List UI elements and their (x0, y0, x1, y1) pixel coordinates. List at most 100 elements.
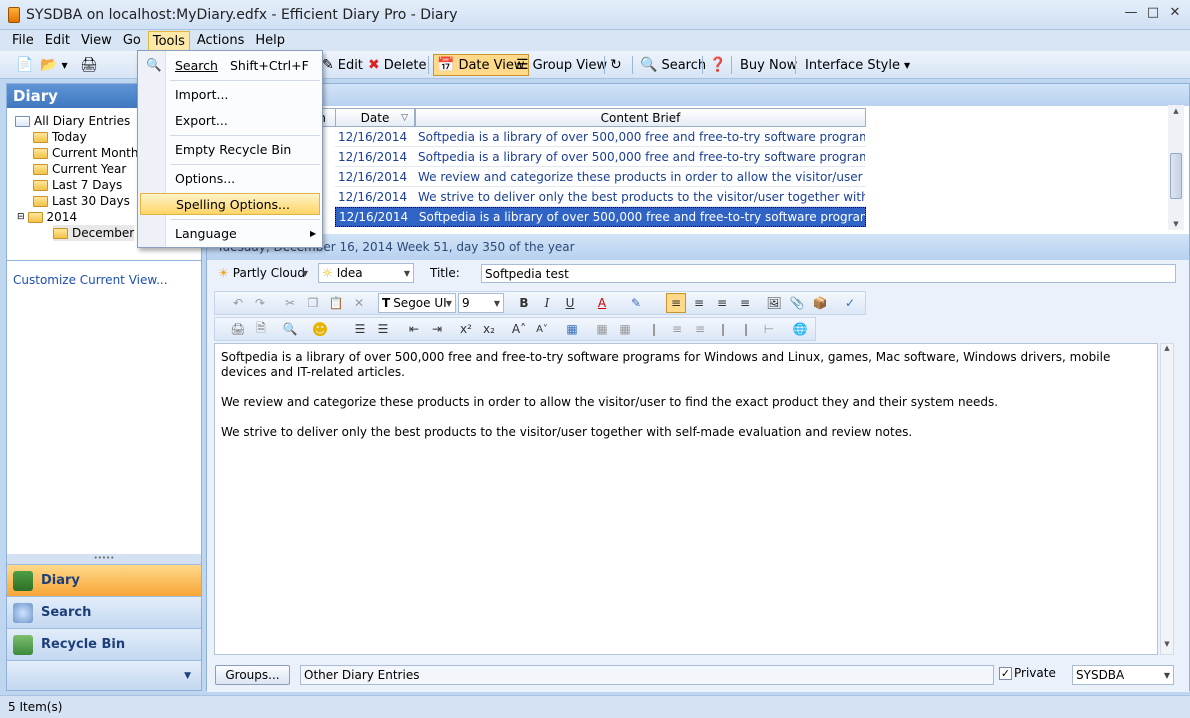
table-row[interactable]: 12/16/2014 We review and categorize these… (335, 167, 866, 187)
font-size-select[interactable]: 9 ▼ (458, 293, 504, 313)
refresh-icon[interactable]: ↻ (610, 54, 626, 76)
editor-scrollbar[interactable]: ▲ ▼ (1160, 343, 1174, 655)
menu-view[interactable]: View (77, 31, 116, 51)
menu-item-options[interactable]: Options... (140, 167, 320, 189)
table-row[interactable]: 12/16/2014 Softpedia is a library of over… (335, 147, 866, 167)
tree-item-today[interactable]: Today (33, 129, 87, 145)
highlight-icon[interactable]: ✎ (626, 293, 646, 313)
insert-object-icon[interactable]: 📦 (810, 293, 830, 313)
weather-select[interactable]: ☀ Partly Cloud ▼ (214, 263, 312, 283)
close-button[interactable]: ✕ (1162, 2, 1188, 24)
emoticon-icon[interactable]: ☻ (310, 319, 330, 339)
italic-icon[interactable]: I (537, 293, 557, 313)
menu-item-empty-recycle-bin[interactable]: Empty Recycle Bin (140, 138, 320, 160)
menu-tools[interactable]: Tools (147, 30, 190, 51)
table-row[interactable]: 12/16/2014 Softpedia is a library of over… (335, 127, 866, 147)
help-icon[interactable]: ❓ (709, 54, 730, 76)
tree-item-all-entries[interactable]: All Diary Entries (15, 113, 130, 129)
menu-item-language[interactable]: Language ▶ (140, 222, 320, 244)
splitter-handle[interactable]: ••••• (7, 554, 201, 564)
copy-icon[interactable]: ❐ (303, 293, 323, 313)
nav-search[interactable]: Search (7, 596, 201, 628)
bullet-list-icon[interactable]: ☰ (373, 319, 393, 339)
interface-style-button[interactable]: Interface Style ▼ (805, 54, 910, 76)
insert-row-below-icon[interactable]: ≡ (690, 319, 710, 339)
tree-item-2014[interactable]: ⊟ 2014 (17, 209, 77, 225)
hyperlink-icon[interactable]: 🌐 (790, 319, 810, 339)
cut-icon[interactable]: ✂ (280, 293, 300, 313)
menu-help[interactable]: Help (251, 31, 289, 51)
subscript-icon[interactable]: x₂ (479, 319, 499, 339)
insert-col-left-icon[interactable]: ❙ (713, 319, 733, 339)
private-checkbox[interactable]: ✓ (999, 667, 1012, 680)
nav-recycle-bin[interactable]: Recycle Bin (7, 628, 201, 660)
grow-font-icon[interactable]: A˄ (509, 319, 529, 339)
decrease-indent-icon[interactable]: ⇤ (404, 319, 424, 339)
superscript-icon[interactable]: x² (456, 319, 476, 339)
col-header-content[interactable]: Content Brief (415, 108, 866, 127)
menu-edit[interactable]: Edit (41, 31, 74, 51)
edit-button[interactable]: ✎ Edit (322, 54, 363, 76)
font-family-select[interactable]: T Segoe UI ▼ (378, 293, 456, 313)
tree-item-current-month[interactable]: Current Month (33, 145, 139, 161)
date-view-button[interactable]: 📅 Date View (433, 54, 529, 76)
delete-table-icon[interactable]: ⊢ (759, 319, 779, 339)
menu-go[interactable]: Go (119, 31, 145, 51)
align-center-icon[interactable]: ≡ (689, 293, 709, 313)
table-row-selected[interactable]: 12/16/2014 Softpedia is a library of over… (335, 207, 866, 227)
attach-icon[interactable]: 📎 (787, 293, 807, 313)
find-icon[interactable]: 🔍 (280, 319, 300, 339)
justify-icon[interactable]: ≡ (735, 293, 755, 313)
print-preview-icon[interactable]: 🖨 (228, 319, 248, 339)
menu-item-spelling-options[interactable]: Spelling Options... (140, 193, 320, 215)
insert-col-right-icon[interactable]: ❙ (736, 319, 756, 339)
group-view-button[interactable]: ☰ Group View (516, 54, 607, 76)
user-select[interactable]: SYSDBA ▼ (1072, 665, 1174, 685)
spellcheck-icon[interactable]: ✓ (840, 293, 860, 313)
entry-editor[interactable]: Softpedia is a library of over 500,000 f… (214, 343, 1158, 655)
undo-icon[interactable]: ↶ (228, 293, 248, 313)
table-props-icon[interactable]: ▦ (592, 319, 612, 339)
tree-item-current-year[interactable]: Current Year (33, 161, 126, 177)
scroll-thumb[interactable] (1170, 153, 1182, 199)
align-right-icon[interactable]: ≡ (712, 293, 732, 313)
tree-item-last-30-days[interactable]: Last 30 Days (33, 193, 130, 209)
redo-icon[interactable]: ↷ (250, 293, 270, 313)
mood-select[interactable]: ☼ Idea ▼ (318, 263, 414, 283)
bold-icon[interactable]: B (514, 293, 534, 313)
delete-button[interactable]: ✖ Delete (368, 54, 426, 76)
open-icon[interactable]: 📂 ▼ (40, 54, 68, 76)
print-icon[interactable]: 🖨 (80, 54, 102, 76)
tree-item-december[interactable]: December (53, 225, 135, 241)
new-icon[interactable]: 📄 (16, 54, 37, 76)
increase-indent-icon[interactable]: ⇥ (427, 319, 447, 339)
shrink-font-icon[interactable]: A˅ (532, 319, 552, 339)
merge-cells-icon[interactable]: ▦ (615, 319, 635, 339)
menu-item-search[interactable]: 🔍 Search Shift+Ctrl+F (140, 54, 320, 76)
insert-row-above-icon[interactable]: ≡ (667, 319, 687, 339)
menu-item-import[interactable]: Import... (140, 83, 320, 105)
numbered-list-icon[interactable]: ☰ (350, 319, 370, 339)
menu-item-export[interactable]: Export... (140, 109, 320, 131)
page-setup-icon[interactable]: 🗎 (251, 319, 271, 339)
nav-overflow-button[interactable]: ▼ (7, 660, 201, 690)
collapse-icon[interactable]: ⊟ (17, 212, 25, 222)
groups-button[interactable]: Groups... (215, 665, 290, 685)
menu-file[interactable]: File (8, 31, 38, 51)
insert-column-icon[interactable]: ❙ (644, 319, 664, 339)
tree-item-last-7-days[interactable]: Last 7 Days (33, 177, 122, 193)
insert-table-icon[interactable]: ▦ (562, 319, 582, 339)
paste-icon[interactable]: 📋 (326, 293, 346, 313)
menu-actions[interactable]: Actions (193, 31, 249, 51)
list-scrollbar[interactable]: ▲ ▼ (1168, 105, 1184, 230)
table-row[interactable]: 12/16/2014 We strive to deliver only the … (335, 187, 866, 207)
clear-icon[interactable]: ✕ (349, 293, 369, 313)
col-header-date[interactable]: Date ▽ (335, 108, 415, 127)
buy-now-button[interactable]: Buy Now (740, 54, 797, 76)
customize-view-link[interactable]: Customize Current View... (13, 273, 168, 287)
insert-image-icon[interactable]: 🖼 (764, 293, 784, 313)
nav-diary[interactable]: Diary (7, 564, 201, 596)
search-button[interactable]: 🔍 Search (640, 54, 706, 76)
align-left-icon[interactable]: ≡ (666, 293, 686, 313)
title-input[interactable]: Softpedia test (481, 264, 1176, 283)
